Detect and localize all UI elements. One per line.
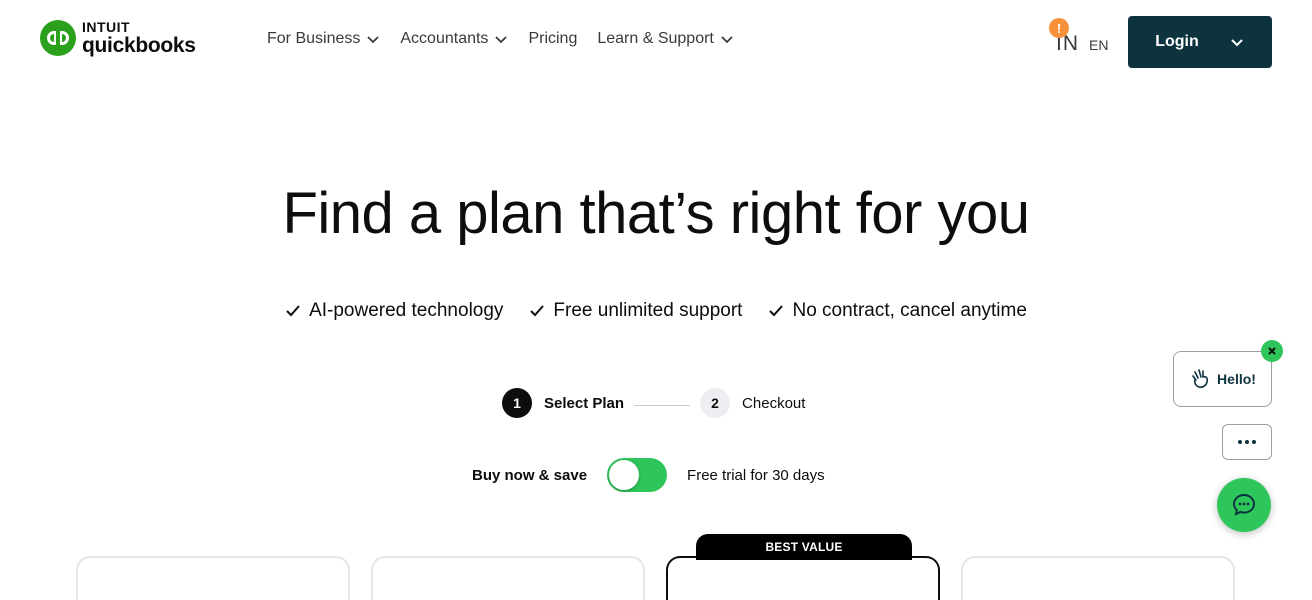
login-label: Login	[1155, 33, 1199, 50]
benefit-item: AI-powered technology	[285, 300, 503, 322]
chevron-down-icon	[367, 36, 380, 44]
qb-logo-icon	[40, 20, 76, 56]
free-trial-label: Free trial for 30 days	[687, 466, 825, 484]
chat-greeting-bubble[interactable]: Hello!	[1173, 351, 1272, 407]
best-value-badge: BEST VALUE	[696, 534, 912, 560]
logo-brand-bottom: quickbooks	[82, 34, 196, 57]
step-number: 1	[502, 388, 532, 418]
region-selector[interactable]: ! IN EN	[1049, 18, 1109, 56]
billing-toggle-row: Buy now & save Free trial for 30 days	[472, 458, 825, 492]
benefits-list: AI-powered technology Free unlimited sup…	[0, 300, 1312, 322]
checkout-steps: 1 Select Plan 2 Checkout	[502, 388, 805, 418]
alert-badge-icon: !	[1049, 18, 1069, 38]
nav-pricing[interactable]: Pricing	[528, 30, 577, 48]
plan-card[interactable]	[961, 556, 1235, 600]
nav-accountants[interactable]: Accountants	[400, 30, 508, 48]
checkmark-icon	[530, 305, 545, 317]
plan-card-best-value[interactable]	[666, 556, 940, 600]
nav-for-business[interactable]: For Business	[267, 30, 380, 48]
buy-now-label: Buy now & save	[472, 466, 588, 484]
page-title: Find a plan that’s right for you	[282, 181, 1030, 246]
plan-card[interactable]	[76, 556, 350, 600]
checkmark-icon	[769, 305, 784, 317]
quickbooks-logo[interactable]: INTUIT quickbooks	[40, 20, 196, 56]
nav-label: For Business	[267, 30, 361, 47]
nav-learn-support[interactable]: Learn & Support	[597, 30, 734, 48]
language-code: EN	[1089, 37, 1109, 53]
login-button[interactable]: Login	[1128, 16, 1272, 68]
close-icon	[1268, 347, 1276, 355]
nav-label: Pricing	[528, 30, 578, 47]
step-label-select-plan: Select Plan	[544, 394, 625, 412]
chevron-down-icon	[721, 36, 733, 44]
main-nav: For Business Accountants Pricing Learn &…	[267, 30, 734, 48]
step-label-checkout: Checkout	[742, 394, 806, 412]
step-connector	[634, 404, 691, 406]
more-dots-icon	[1238, 440, 1242, 444]
benefit-item: No contract, cancel anytime	[768, 300, 1027, 322]
benefit-label: AI-powered technology	[309, 300, 504, 321]
step-number: 2	[700, 388, 731, 418]
chat-more-options-button[interactable]	[1222, 424, 1272, 460]
toggle-knob	[609, 460, 640, 490]
checkmark-icon	[286, 305, 300, 317]
chevron-down-icon	[1231, 39, 1243, 47]
site-header: INTUIT quickbooks For Business Accountan…	[0, 0, 1312, 84]
chat-greeting-text: Hello!	[1217, 371, 1256, 387]
billing-toggle-switch[interactable]	[607, 458, 668, 492]
close-chat-bubble-button[interactable]	[1261, 340, 1283, 362]
benefit-item: Free unlimited support	[529, 300, 742, 322]
benefit-label: No contract, cancel anytime	[792, 300, 1027, 321]
waving-hand-icon	[1192, 369, 1209, 389]
more-dot	[1252, 440, 1256, 444]
logo-brand-top: INTUIT	[82, 19, 131, 35]
chat-bubble-icon	[1232, 493, 1256, 516]
plan-card[interactable]	[371, 556, 645, 600]
open-chat-button[interactable]	[1217, 478, 1271, 532]
nav-label: Learn & Support	[597, 30, 714, 47]
benefit-label: Free unlimited support	[553, 300, 743, 321]
nav-label: Accountants	[400, 30, 489, 47]
chevron-down-icon	[495, 36, 508, 44]
more-dot	[1245, 440, 1249, 444]
